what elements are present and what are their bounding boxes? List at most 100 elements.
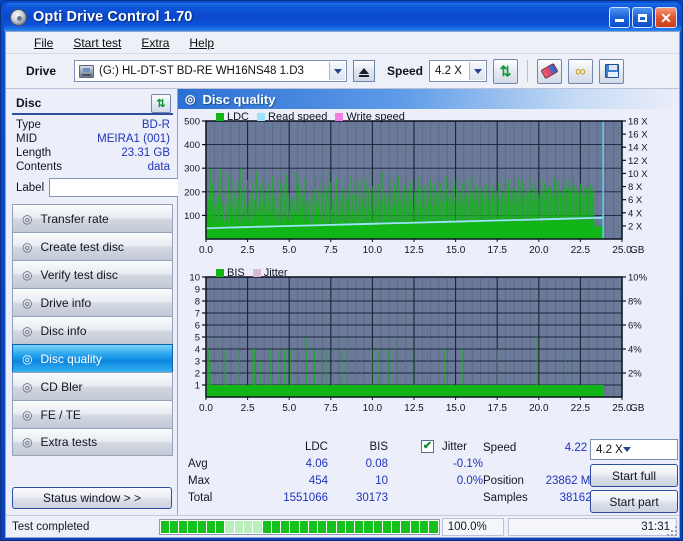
axis-tick-label-left: 500 [184,117,200,128]
disc-field-type: Type BD-R [12,118,173,132]
disc-icon: ◎ [22,323,33,338]
legend-item-bis: BIS [216,267,245,279]
axis-tick-label-right: 10 X [628,169,648,180]
disc-field-contents-value: data [147,161,170,173]
disc-field-mid-key: MID [16,133,38,145]
menu-file[interactable]: File [24,34,63,52]
sidebar-item-cd-bler[interactable]: ◎ CD Bler [12,372,173,400]
disc-label-key: Label [16,181,45,194]
maximize-button[interactable] [632,7,653,28]
chevron-down-icon[interactable] [622,447,631,452]
maximize-icon [638,13,647,22]
menu-file-label: File [34,35,54,50]
axis-tick-label-x: 10.0 [363,245,383,256]
sidebar-item-extra-tests[interactable]: ◎ Extra tests [12,428,173,456]
stats-samples-value: 381624 [559,492,598,504]
sidebar-item-label: Create test disc [40,239,124,254]
axis-tick-label-right: 8% [628,297,642,308]
speed-select[interactable]: 4.2 X [429,60,488,82]
axis-tick-label-left: 7 [195,309,200,320]
save-button[interactable] [599,58,625,84]
axis-tick-label-left: 5 [195,333,200,344]
disc-icon: ◎ [22,379,33,394]
chevron-down-icon[interactable] [329,62,345,80]
menu-start-test[interactable]: Start test [63,34,131,52]
progress-block [197,520,206,533]
sidebar-item-drive-info[interactable]: ◎ Drive info [12,288,173,316]
progress-block [429,520,438,533]
stats-avg-jitter: -0.1% [452,458,483,470]
axis-tick-label-right: 2 X [628,221,643,232]
axis-tick-label-right: 18 X [628,117,648,128]
menu-help[interactable]: Help [179,34,224,52]
axis-tick-label-x: 7.5 [324,245,338,256]
sidebar-item-disc-quality[interactable]: ◎ Disc quality [12,344,173,372]
progress-block [271,520,281,533]
stats-max-ldc: 454 [308,475,328,487]
disc-field-mid-value: MEIRA1 (001) [97,133,170,145]
resize-grip-icon[interactable] [665,524,677,536]
chart-top: 100 200 300 400 500 2 X 4 X 6 X 8 X 10 X 12 X 14 X 1… [184,117,648,257]
legend-item-jitter: Jitter [252,267,288,279]
axis-tick-label-left: 6 [195,321,200,332]
progress-block [382,520,392,533]
progress-block [318,520,327,533]
drive-icon [79,64,94,78]
disc-icon: ◎ [22,435,33,449]
sidebar-item-disc-info[interactable]: ◎ Disc info [12,316,173,344]
stats-speed-select[interactable]: 4.2 X [590,439,678,460]
sidebar-item-label: Verify test disc [40,267,118,282]
legend-label: BIS [227,267,245,279]
stats-samples-label: Samples [483,492,528,504]
progress-block [308,520,318,533]
axis-tick-label-left: 400 [184,140,200,151]
disc-icon: ◎ [22,351,33,366]
sidebar-item-create-test-disc[interactable]: ◎ Create test disc [12,232,173,260]
title-bar: Opti Drive Control 1.70 ✕ [4,3,681,31]
sidebar-item-fe-te[interactable]: ◎ FE / TE [12,400,173,428]
eject-button[interactable] [353,60,375,82]
disc-label-row: Label [12,174,255,198]
close-button[interactable]: ✕ [655,7,677,28]
progress-block [169,520,179,533]
stats-row-avg-label: Avg [188,458,208,470]
refresh-button[interactable]: ⇅ [493,58,519,84]
legend-item-read-speed: Read speed [257,111,327,123]
legend-swatch-icon [335,113,344,121]
menu-extra[interactable]: Extra [131,34,179,52]
legend-item-write-speed: Write speed [335,111,405,123]
progress-block [179,520,188,533]
status-message: Test completed [12,520,90,533]
sidebar-item-verify-test-disc[interactable]: ◎ Verify test disc [12,260,173,288]
sidebar-item-transfer-rate[interactable]: ◎ Transfer rate [12,204,173,232]
disc-icon: ◎ [22,295,33,310]
window-controls: ✕ [609,7,677,28]
progress-block [216,520,225,533]
progress-block [206,520,216,533]
axis-tick-label-x: 0.0 [199,403,213,414]
close-icon: ✕ [660,9,672,26]
progress-block [281,520,290,533]
disc-panel-title: Disc [16,96,42,110]
status-window-button[interactable]: Status window > > [12,487,172,509]
minimize-button[interactable] [609,7,630,28]
start-part-button[interactable]: Start part [590,490,678,513]
status-bar: Test completed 100.0% 31:31 [6,515,679,537]
erase-button[interactable] [537,58,563,84]
axis-tick-label-x: 5.0 [282,403,296,414]
jitter-checkbox[interactable]: ✔ [421,440,434,453]
progress-block [225,520,234,533]
axis-tick-label-left: 9 [195,285,200,296]
start-full-button[interactable]: Start full [590,464,678,487]
axis-tick-label-right: 6 X [628,195,643,206]
stats-col-bis: BIS [369,441,388,453]
drive-select[interactable]: (G:) HL-DT-ST BD-RE WH16NS48 1.D3 [74,60,347,82]
settings-button[interactable]: ∞ [568,58,594,84]
disc-refresh-button[interactable]: ⇅ [151,93,171,113]
stats-speed-select-value: 4.2 X [596,443,623,456]
main-body: Disc ⇅ Type BD-R MID MEIRA1 (001) Length… [6,89,679,515]
axis-tick-label-x: 15.0 [446,403,466,414]
chevron-down-icon[interactable] [469,62,486,80]
eraser-icon [540,62,559,80]
stats-col-jitter: Jitter [442,441,467,453]
